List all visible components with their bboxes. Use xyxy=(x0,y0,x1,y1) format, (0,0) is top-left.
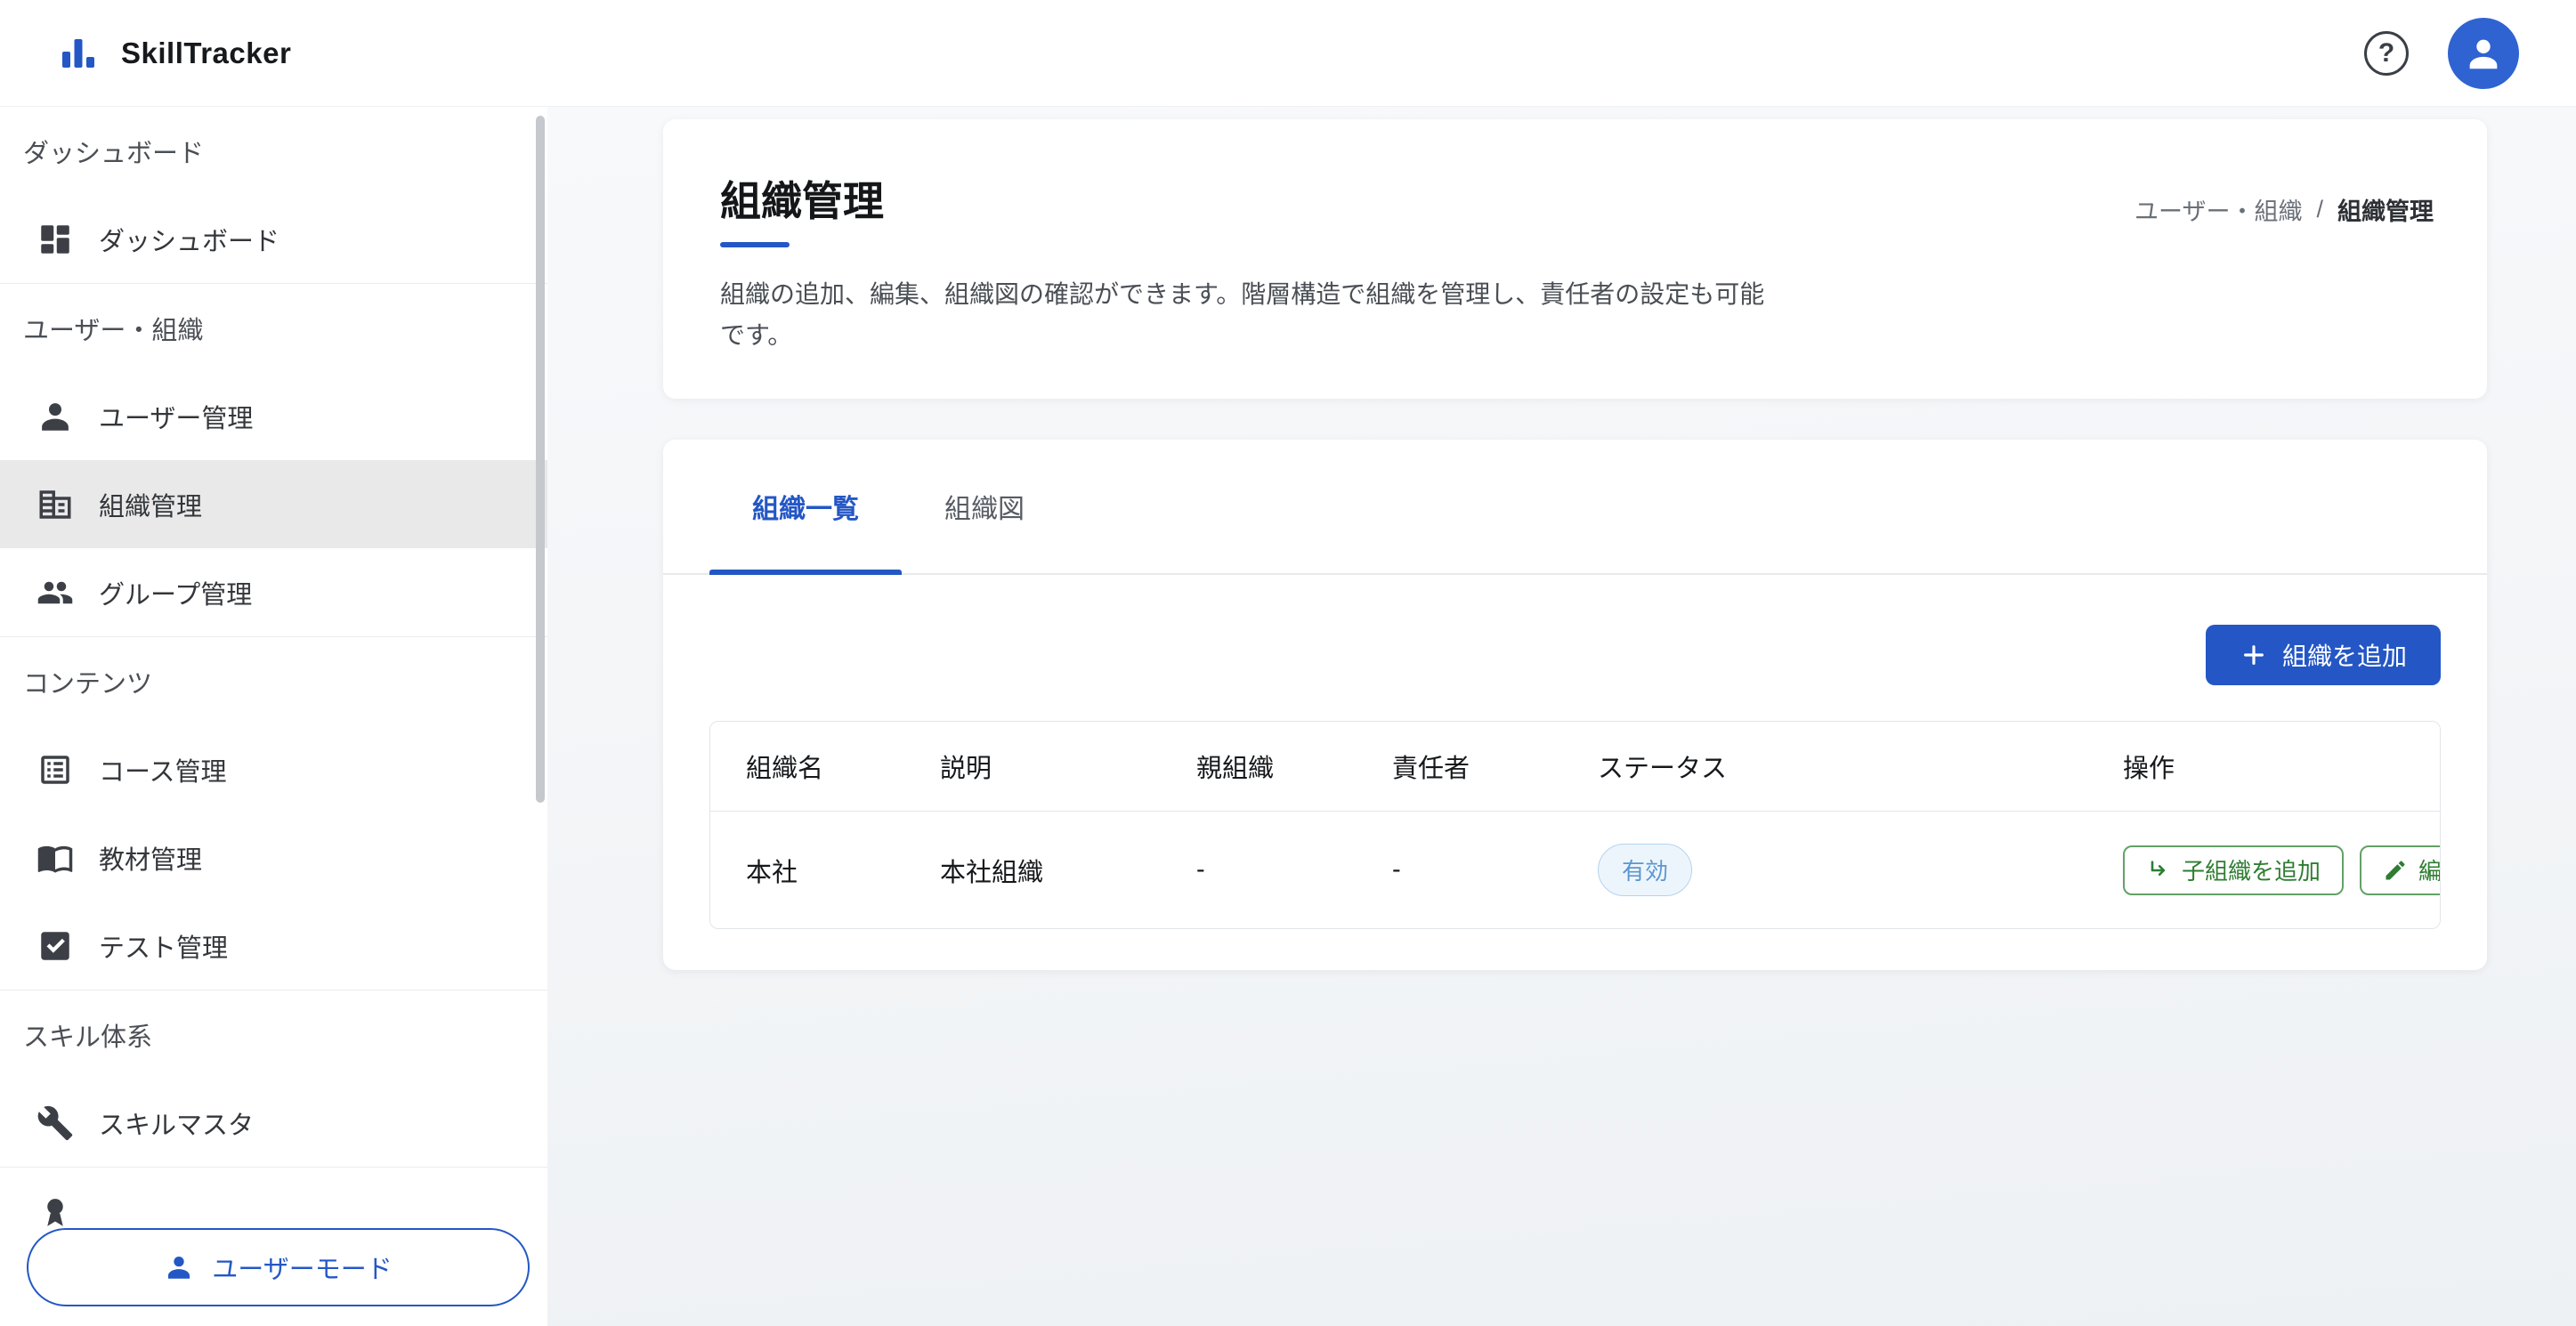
sidebar-section-label: ユーザー・組織 xyxy=(0,284,547,372)
tab-organization-chart[interactable]: 組織図 xyxy=(902,440,1067,573)
app-header: SkillTracker ? xyxy=(0,0,2576,107)
sidebar-item-label: スキルマスタ xyxy=(99,1104,254,1142)
sidebar-item-user-management[interactable]: ユーザー管理 xyxy=(0,372,547,460)
wrench-icon xyxy=(36,1104,74,1142)
edit-button-label: 編集 xyxy=(2418,853,2441,886)
status-badge: 有効 xyxy=(1598,844,1692,896)
tab-label: 組織一覧 xyxy=(752,487,859,526)
help-glyph: ? xyxy=(2378,38,2394,69)
building-icon xyxy=(36,486,74,523)
column-header-status: ステータス xyxy=(1562,722,2087,811)
table-row: 本社 本社組織 - - 有効 子組織を追 xyxy=(710,811,2440,928)
breadcrumb-separator: / xyxy=(2316,196,2323,223)
dashboard-grid-icon xyxy=(36,221,74,258)
list-icon xyxy=(36,751,74,788)
column-header-parent: 親組織 xyxy=(1161,722,1357,811)
organization-panel: 組織一覧 組織図 組織を追加 xyxy=(663,440,2487,970)
book-icon xyxy=(36,839,74,877)
sidebar-section-skill-system: スキル体系 スキルマスタ xyxy=(0,990,547,1167)
add-child-organization-label: 子組織を追加 xyxy=(2182,853,2321,886)
column-header-description: 説明 xyxy=(904,722,1161,811)
add-organization-button-label: 組織を追加 xyxy=(2282,637,2407,673)
breadcrumb: ユーザー・組織 / 組織管理 xyxy=(2135,192,2434,227)
award-icon xyxy=(36,1193,74,1231)
breadcrumb-parent[interactable]: ユーザー・組織 xyxy=(2135,192,2302,227)
user-icon xyxy=(36,398,74,435)
tab-organization-list[interactable]: 組織一覧 xyxy=(709,440,902,573)
sidebar-item-label: ダッシュボード xyxy=(99,221,279,258)
sidebar-item-course-management[interactable]: コース管理 xyxy=(0,725,547,813)
panel-toolbar: 組織を追加 xyxy=(709,625,2441,685)
page-header-card: 組織管理 ユーザー・組織 / 組織管理 組織の追加、編集、組織図の確認ができます… xyxy=(663,119,2487,399)
cell-actions: 子組織を追加 編集 xyxy=(2087,811,2440,928)
cell-manager: - xyxy=(1357,811,1562,928)
cell-status: 有効 xyxy=(1562,811,2087,928)
sidebar-scrollbar[interactable] xyxy=(536,116,545,803)
sidebar-section-label: コンテンツ xyxy=(0,637,547,725)
cell-org-description: 本社組織 xyxy=(904,811,1161,928)
subdirectory-arrow-icon xyxy=(2146,858,2171,883)
add-organization-button[interactable]: 組織を追加 xyxy=(2206,625,2441,685)
check-square-icon xyxy=(36,927,74,965)
add-child-organization-button[interactable]: 子組織を追加 xyxy=(2123,845,2344,895)
plus-icon xyxy=(2240,641,2268,669)
sidebar-item-label: テスト管理 xyxy=(99,927,228,965)
sidebar-item-skill-master[interactable]: スキルマスタ xyxy=(0,1079,547,1167)
sidebar-item-label: コース管理 xyxy=(99,751,227,788)
column-header-actions: 操作 xyxy=(2087,722,2440,811)
panel-body: 組織を追加 組織名 説明 親組織 責任者 ステータ xyxy=(663,575,2487,970)
page-description: 組織の追加、編集、組織図の確認ができます。階層構造で組織を管理し、責任者の設定も… xyxy=(720,274,1779,356)
pencil-icon xyxy=(2383,858,2408,883)
sidebar-item-group-management[interactable]: グループ管理 xyxy=(0,548,547,636)
tab-bar: 組織一覧 組織図 xyxy=(663,440,2487,575)
tab-label: 組織図 xyxy=(944,487,1025,526)
app-logo[interactable]: SkillTracker xyxy=(57,32,291,75)
sidebar-section-label: スキル体系 xyxy=(0,990,547,1079)
column-header-manager: 責任者 xyxy=(1357,722,1562,811)
sidebar-item-test-management[interactable]: テスト管理 xyxy=(0,902,547,990)
cell-parent-org: - xyxy=(1161,811,1357,928)
sidebar-item-label: 教材管理 xyxy=(99,839,202,877)
group-icon xyxy=(36,574,74,611)
organization-table: 組織名 説明 親組織 責任者 ステータス 操作 本社 本社組織 - xyxy=(709,721,2441,929)
sidebar-item-label: グループ管理 xyxy=(99,574,252,611)
sidebar-section-label: ダッシュボード xyxy=(0,107,547,195)
main-content: 組織管理 ユーザー・組織 / 組織管理 組織の追加、編集、組織図の確認ができます… xyxy=(547,107,2576,1326)
title-underline xyxy=(720,242,790,247)
column-header-name: 組織名 xyxy=(710,722,904,811)
user-avatar-icon xyxy=(2463,33,2504,74)
sidebar-section-users-orgs: ユーザー・組織 ユーザー管理 組織管理 グループ管理 xyxy=(0,283,547,636)
sidebar-section-content: コンテンツ コース管理 教材管理 テスト管理 xyxy=(0,636,547,990)
sidebar-section-dashboard: ダッシュボード ダッシュボード xyxy=(0,107,547,283)
sidebar-item-dashboard[interactable]: ダッシュボード xyxy=(0,195,547,283)
help-circle-icon[interactable]: ? xyxy=(2364,31,2409,76)
sidebar-item-organization-management[interactable]: 組織管理 xyxy=(0,460,547,548)
user-mode-button[interactable]: ユーザーモード xyxy=(27,1228,530,1306)
breadcrumb-current: 組織管理 xyxy=(2337,192,2434,227)
sidebar-item-label: ユーザー管理 xyxy=(99,398,253,435)
header-actions: ? xyxy=(2364,18,2519,89)
cell-org-name: 本社 xyxy=(710,811,904,928)
edit-button[interactable]: 編集 xyxy=(2360,845,2441,895)
app-title: SkillTracker xyxy=(121,36,291,70)
user-avatar[interactable] xyxy=(2448,18,2519,89)
user-icon xyxy=(164,1252,194,1282)
user-mode-button-label: ユーザーモード xyxy=(212,1249,392,1286)
table-header-row: 組織名 説明 親組織 責任者 ステータス 操作 xyxy=(710,722,2440,811)
bar-chart-logo-icon xyxy=(57,32,100,75)
sidebar-item-label: 組織管理 xyxy=(99,486,202,523)
sidebar-item-material-management[interactable]: 教材管理 xyxy=(0,813,547,902)
sidebar: ダッシュボード ダッシュボード ユーザー・組織 ユーザー管理 組織管理 グル xyxy=(0,107,547,1326)
